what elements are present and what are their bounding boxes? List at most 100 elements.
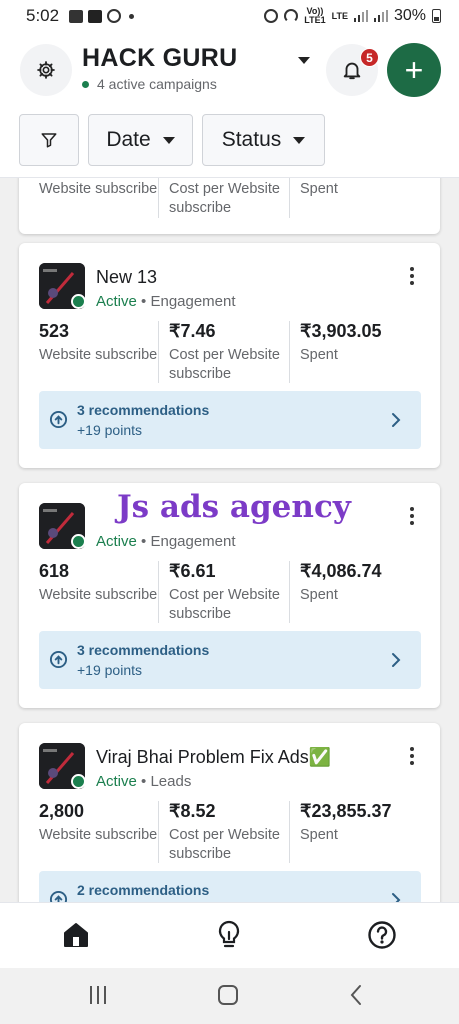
lightbulb-icon [218,920,240,948]
metric-spent-label: Spent [300,347,338,363]
status-filter-button[interactable]: Status [202,114,325,166]
metric-results: 618 Website subscribe [39,561,167,623]
campaign-card[interactable]: Active • Engagement Js ads agency 618 We… [19,483,440,708]
metric-cost: ₹8.52 Cost per Website subscribe [169,801,299,863]
campaign-objective: Engagement [150,533,236,550]
recommendations-banner[interactable]: 2 recommendations [39,871,421,902]
chevron-right-icon [392,413,401,427]
campaign-card[interactable]: Website subscribe Cost per Website subsc… [19,178,440,234]
metric-results-label: Website subscribe [39,587,158,603]
carrier-badge-bottom: LTE1 [304,15,326,25]
active-dot-icon [82,80,89,88]
metric-spent-label: Spent [300,827,338,843]
date-filter-label: Date [106,128,151,151]
nav-insights[interactable] [211,917,247,953]
metric-spent-value: ₹3,903.05 [300,321,382,341]
metric-cost-value: ₹6.61 [169,561,216,581]
campaign-card[interactable]: Viraj Bhai Problem Fix Ads✅ Active • Lea… [19,723,440,902]
active-status-dot-icon [71,774,86,789]
home-icon [64,923,88,947]
filter-button[interactable] [19,114,79,166]
account-dropdown-caret-icon[interactable] [298,57,310,64]
bell-icon [343,62,361,80]
campaign-name[interactable]: New 13 [96,267,157,288]
metric-cost-value: ₹7.46 [169,321,216,341]
status-active-label: Active [96,293,137,310]
campaign-name[interactable]: Viraj Bhai Problem Fix Ads✅ [96,747,331,768]
filter-icon [41,133,57,148]
metric-spent: ₹3,903.05 Spent [300,321,420,383]
status-bar: 5:02 Vo)) LTE1 LTE 30% [0,0,459,32]
campaign-metrics: 2,800 Website subscribe ₹8.52 Cost per W… [39,801,429,863]
system-home-icon[interactable] [218,985,238,1005]
metric-spent: Spent [300,178,420,240]
settings-button[interactable] [20,44,72,96]
chevron-right-icon [392,893,401,902]
metric-spent-label: Spent [300,587,338,603]
recent-apps-icon[interactable] [90,986,106,1004]
metric-results-label: Website subscribe [39,827,158,843]
battery-icon [432,9,441,23]
campaign-metrics: Website subscribe Cost per Website subsc… [39,178,429,226]
metric-divider [289,321,290,383]
metric-cost-value: ₹8.52 [169,801,216,821]
metric-cost-label-2: subscribe [169,846,232,862]
more-options-icon[interactable] [410,267,414,288]
metric-divider [158,321,159,383]
metric-results-value: 523 [39,321,70,341]
metric-spent: ₹23,855.37 Spent [300,801,420,863]
metric-cost: Cost per Website subscribe [169,178,299,240]
campaign-metrics: 523 Website subscribe ₹7.46 Cost per Web… [39,321,429,383]
nav-help[interactable] [364,917,400,953]
active-status-dot-icon [71,534,86,549]
metric-cost-label-1: Cost per Website [169,587,280,603]
metric-divider [289,561,290,623]
metric-results-value: 618 [39,561,70,581]
status-time: 5:02 [26,6,60,25]
back-icon[interactable] [349,984,363,1006]
status-active-label: Active [96,773,137,790]
status-system-icons: Vo)) LTE1 LTE 30% [264,7,441,25]
metric-cost-label-2: subscribe [169,200,232,216]
metric-cost-label-1: Cost per Website [169,827,280,843]
carrier-badge: Vo)) LTE1 [304,7,325,25]
metric-cost-label-2: subscribe [169,606,232,622]
status-filter-label: Status [221,128,282,151]
more-options-icon[interactable] [410,507,414,528]
gear-icon [37,61,55,79]
metric-cost-label-1: Cost per Website [169,347,280,363]
metric-divider [289,178,290,218]
campaign-list[interactable]: Website subscribe Cost per Website subsc… [0,178,459,902]
hotspot-icon [284,9,299,23]
recommendations-count: 3 recommendations [77,402,210,418]
campaign-card[interactable]: New 13 Active • Engagement 523 Website s… [19,243,440,468]
trend-up-icon [49,890,68,902]
metric-results: Website subscribe [39,178,167,240]
campaign-objective: Leads [150,773,192,790]
metric-cost: ₹6.61 Cost per Website subscribe [169,561,299,623]
trend-up-icon [49,650,68,669]
campaign-status: Active • Leads [96,773,192,790]
campaign-status: Active • Engagement [96,293,236,310]
more-options-icon[interactable] [410,747,414,768]
notification-count-badge: 5 [360,48,379,67]
metric-spent-value: ₹4,086.74 [300,561,382,581]
campaign-objective: Engagement [150,293,236,310]
metric-divider [158,801,159,863]
bottom-navigation [0,902,459,968]
active-campaigns-text: 4 active campaigns [97,76,217,92]
metric-spent-label: Spent [300,181,338,197]
nav-home[interactable] [58,917,94,953]
metric-cost-label-2: subscribe [169,366,232,382]
date-filter-button[interactable]: Date [88,114,193,166]
recommendations-points: +19 points [77,662,142,678]
status-dropdown-icon [293,136,306,144]
active-status-dot-icon [71,294,86,309]
recommendations-banner[interactable]: 3 recommendations +19 points [39,631,421,689]
agency-watermark: Js ads agency [111,489,357,525]
battery-percent: 30% [393,7,426,24]
metric-results: 2,800 Website subscribe [39,801,167,863]
recommendations-banner[interactable]: 3 recommendations +19 points [39,391,421,449]
account-title[interactable]: HACK GURU [82,44,237,73]
create-ad-button[interactable]: + [387,43,441,97]
